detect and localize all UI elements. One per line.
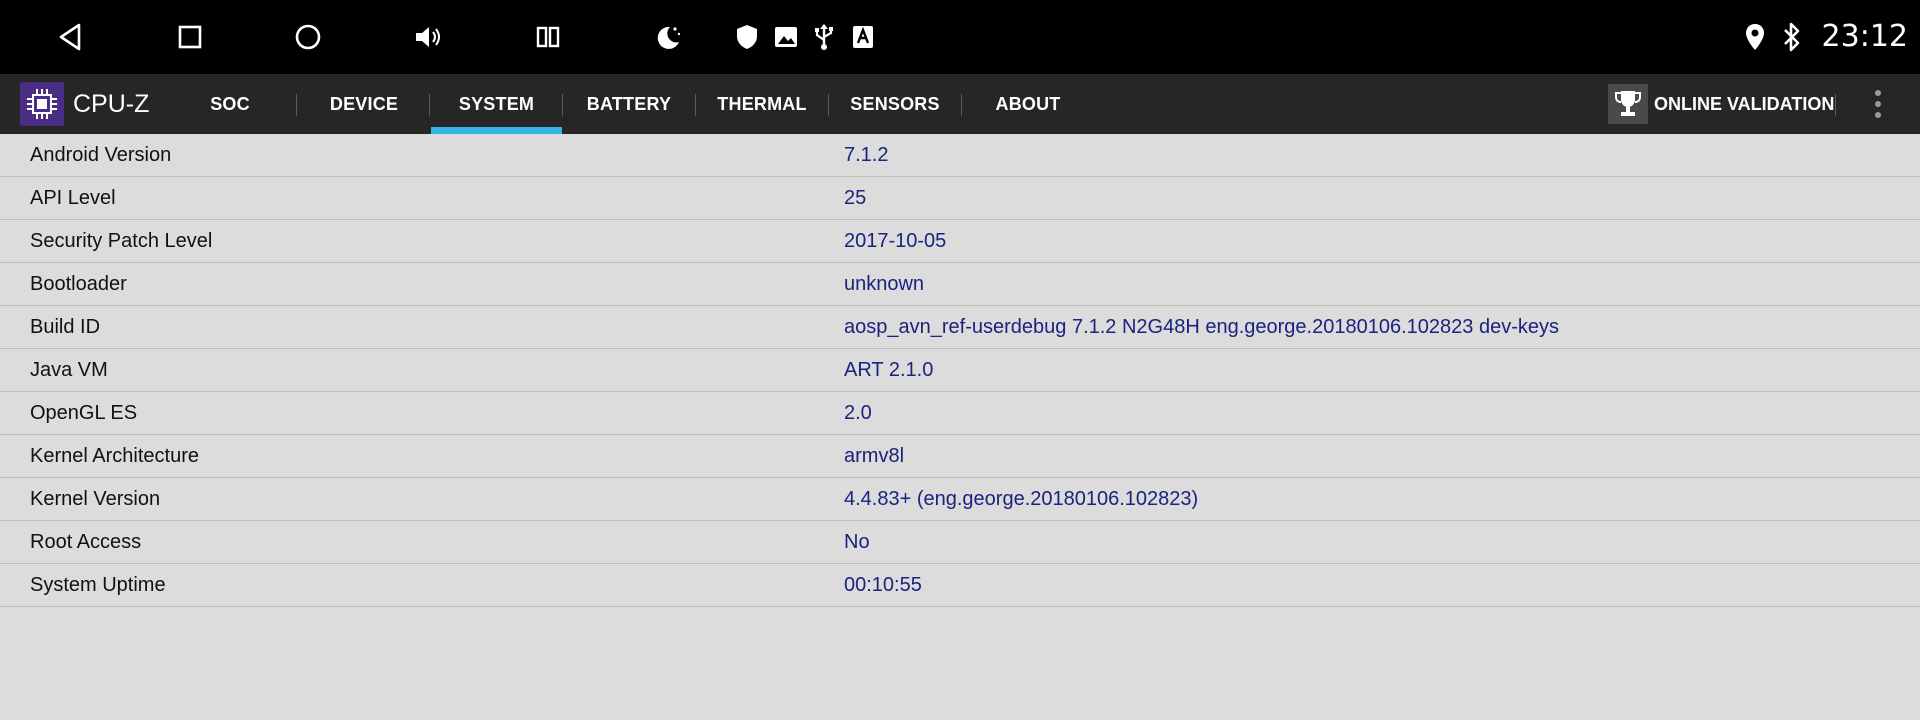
table-row: Security Patch Level 2017-10-05 xyxy=(0,220,1920,263)
table-row: API Level 25 xyxy=(0,177,1920,220)
app-title: CPU-Z xyxy=(73,90,150,118)
table-row: Root Access No xyxy=(0,521,1920,564)
row-value: 2.0 xyxy=(844,402,872,424)
system-info-table: Android Version 7.1.2 API Level 25 Securit… xyxy=(0,134,1920,607)
location-icon xyxy=(1741,0,1769,74)
trophy-icon xyxy=(1608,84,1648,124)
row-label: Kernel Architecture xyxy=(30,445,199,467)
recent-apps-icon[interactable] xyxy=(172,0,208,74)
table-row: Kernel Architecture armv8l xyxy=(0,435,1920,478)
row-label: Security Patch Level xyxy=(30,230,213,252)
row-value: 2017-10-05 xyxy=(844,230,947,252)
row-value: No xyxy=(844,531,870,553)
tab-thermal[interactable]: THERMAL xyxy=(708,74,816,134)
row-label: API Level xyxy=(30,187,116,209)
row-label: OpenGL ES xyxy=(30,402,138,424)
shield-icon xyxy=(732,0,762,74)
row-label: Build ID xyxy=(30,316,101,338)
row-value: 4.4.83+ (eng.george.20180106.102823) xyxy=(844,488,1199,510)
table-row: Java VM ART 2.1.0 xyxy=(0,349,1920,392)
row-label: Kernel Version xyxy=(30,488,161,510)
online-validation-label: ONLINE VALIDATION xyxy=(1654,93,1835,114)
table-row: Android Version 7.1.2 xyxy=(0,134,1920,177)
tab-divider xyxy=(296,94,297,116)
volume-icon[interactable] xyxy=(410,0,446,74)
night-mode-icon[interactable] xyxy=(650,0,686,74)
table-row: Kernel Version 4.4.83+ (eng.george.201801… xyxy=(0,478,1920,521)
row-value: 00:10:55 xyxy=(844,574,922,596)
tab-divider xyxy=(961,94,962,116)
row-label: Bootloader xyxy=(30,273,127,295)
font-icon xyxy=(848,0,878,74)
active-tab-indicator xyxy=(431,127,562,134)
tab-divider xyxy=(429,94,430,116)
tab-divider xyxy=(562,94,563,116)
usb-icon xyxy=(809,0,839,74)
app-toolbar: CPU-Z SOC DEVICE SYSTEM BATTERY THERMAL … xyxy=(0,74,1920,134)
table-row: Bootloader unknown xyxy=(0,263,1920,306)
overflow-menu-icon[interactable] xyxy=(1866,74,1890,134)
row-value: ART 2.1.0 xyxy=(844,359,934,381)
status-clock: 23:12 xyxy=(1821,19,1908,54)
row-label: Android Version xyxy=(30,144,172,166)
online-validation-button[interactable]: ONLINE VALIDATION xyxy=(1608,74,1834,134)
split-screen-icon[interactable] xyxy=(530,0,566,74)
tab-device[interactable]: DEVICE xyxy=(316,74,412,134)
table-row: Build ID aosp_avn_ref-userdebug 7.1.2 N2G… xyxy=(0,306,1920,349)
table-row: System Uptime 00:10:55 xyxy=(0,564,1920,607)
back-icon[interactable] xyxy=(52,0,88,74)
toolbar-divider xyxy=(1835,94,1836,116)
status-bar: 23:12 xyxy=(0,0,1920,74)
home-icon[interactable] xyxy=(290,0,326,74)
cpu-z-logo-icon xyxy=(20,82,64,126)
tab-divider xyxy=(828,94,829,116)
row-value: armv8l xyxy=(844,445,905,467)
tab-sensors[interactable]: SENSORS xyxy=(840,74,950,134)
row-value: aosp_avn_ref-userdebug 7.1.2 N2G48H eng.… xyxy=(844,316,1559,338)
image-icon xyxy=(771,0,801,74)
bluetooth-icon xyxy=(1778,0,1806,74)
row-value: 25 xyxy=(844,187,867,209)
row-label: System Uptime xyxy=(30,574,166,596)
tab-battery[interactable]: BATTERY xyxy=(576,74,682,134)
table-row: OpenGL ES 2.0 xyxy=(0,392,1920,435)
row-label: Root Access xyxy=(30,531,142,553)
row-label: Java VM xyxy=(30,359,108,381)
row-value: unknown xyxy=(844,273,925,295)
row-value: 7.1.2 xyxy=(844,144,889,166)
tab-divider xyxy=(695,94,696,116)
tab-soc[interactable]: SOC xyxy=(182,74,278,134)
tab-about[interactable]: ABOUT xyxy=(976,74,1080,134)
tab-system[interactable]: SYSTEM xyxy=(431,74,562,134)
